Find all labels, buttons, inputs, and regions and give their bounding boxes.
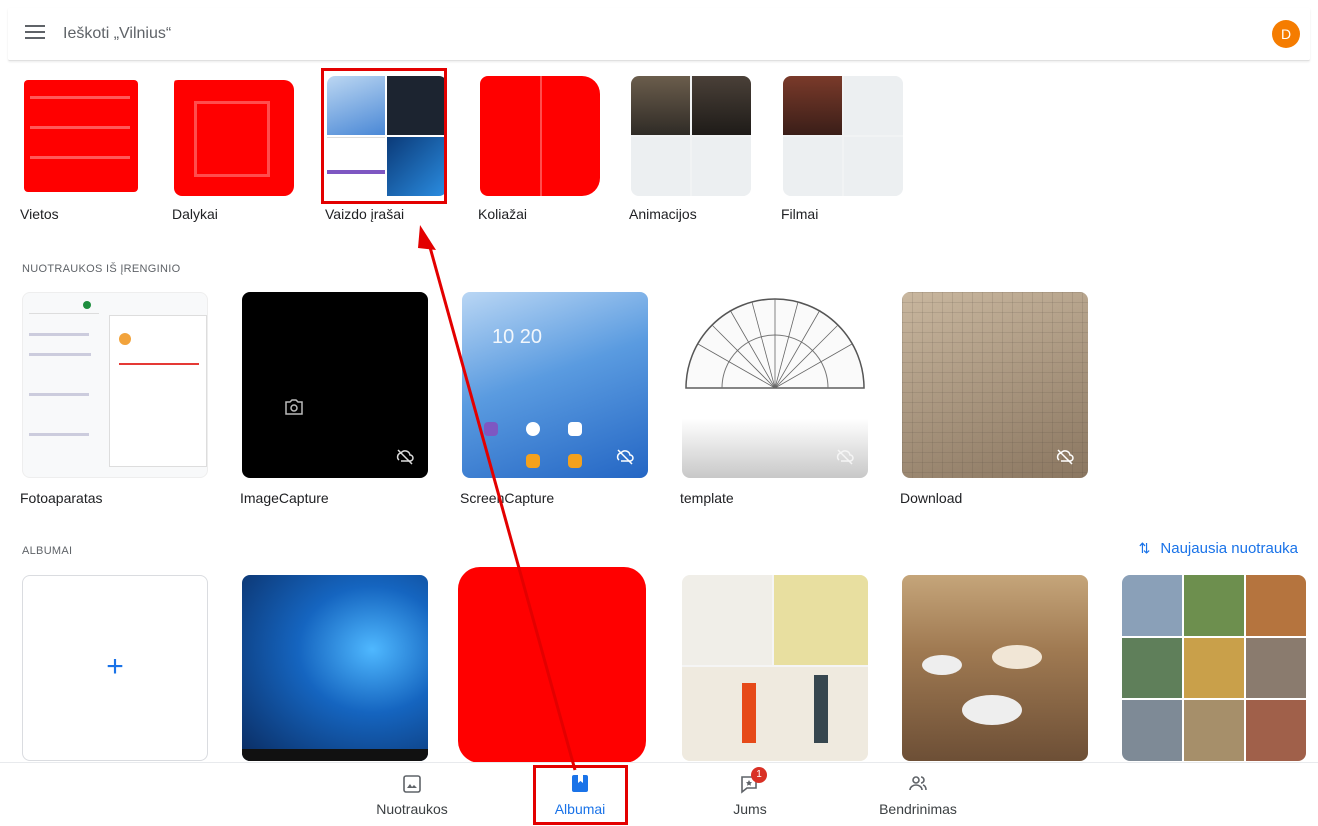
category-animations[interactable]: Animacijos — [629, 76, 751, 222]
folder-imagecapture-thumb — [242, 292, 428, 478]
avatar[interactable]: D — [1272, 20, 1300, 48]
category-label: Animacijos — [629, 206, 697, 222]
create-album-thumb: + — [22, 575, 208, 761]
nav-photos[interactable]: Nuotraukos — [352, 773, 472, 817]
folder-template[interactable]: template — [680, 292, 868, 506]
menu-icon[interactable] — [25, 25, 45, 41]
category-places[interactable]: Vietos — [20, 76, 142, 222]
sort-icon: ⇅ — [1138, 540, 1151, 556]
device-section-title: NUOTRAUKOS IŠ ĮRENGINIO — [22, 263, 181, 275]
nav-albums[interactable]: Albumai — [520, 773, 640, 817]
camera-icon — [285, 399, 303, 415]
folder-download[interactable]: Download — [900, 292, 1088, 506]
people-icon — [907, 773, 929, 795]
no-backup-icon — [616, 449, 634, 465]
category-videos[interactable]: Vaizdo įrašai — [325, 76, 447, 222]
album-thumb — [1122, 575, 1306, 761]
album-thumb — [458, 567, 648, 763]
no-backup-icon — [396, 449, 414, 465]
album-card[interactable] — [242, 575, 428, 761]
category-label: Vaizdo įrašai — [325, 206, 405, 222]
folder-download-thumb — [902, 292, 1088, 478]
plus-icon: + — [106, 650, 124, 683]
nav-for-you-label: Jums — [733, 801, 767, 817]
no-backup-icon — [836, 449, 854, 465]
nav-sharing[interactable]: Bendrinimas — [858, 773, 978, 817]
folder-camera-thumb — [22, 292, 208, 478]
nav-for-you[interactable]: 1 Jums — [690, 767, 810, 817]
album-thumb — [682, 575, 868, 761]
category-places-thumb — [22, 76, 142, 196]
protractor-image — [685, 298, 865, 389]
bottom-navigation: Nuotraukos Albumai 1 Jums Bendrinimas — [0, 762, 1318, 826]
category-label: Filmai — [781, 206, 819, 222]
folder-template-thumb — [682, 292, 868, 478]
search-bar: D — [8, 8, 1310, 61]
folder-screencapture-thumb: 10 20 — [462, 292, 648, 478]
folder-label: ScreenCapture — [460, 490, 555, 506]
photo-icon — [401, 773, 423, 795]
category-movies[interactable]: Filmai — [781, 76, 903, 222]
nav-albums-label: Albumai — [554, 801, 606, 817]
search-input[interactable] — [63, 22, 663, 46]
folder-camera[interactable]: Fotoaparatas — [20, 292, 208, 506]
sort-button[interactable]: ⇅ Naujausia nuotrauka — [1139, 540, 1298, 557]
category-movies-thumb — [783, 76, 903, 196]
album-card[interactable] — [682, 575, 868, 761]
nav-sharing-label: Bendrinimas — [879, 801, 957, 817]
folder-label: Download — [900, 490, 963, 506]
category-label: Dalykai — [172, 206, 218, 222]
album-card[interactable] — [458, 567, 648, 763]
category-collages-thumb — [480, 76, 600, 196]
folder-screencapture[interactable]: 10 20 ScreenCapture — [460, 292, 648, 506]
folder-label: template — [680, 490, 734, 506]
albums-section-title: ALBUMAI — [22, 545, 73, 557]
folder-label: ImageCapture — [240, 490, 329, 506]
sort-label: Naujausia nuotrauka — [1160, 540, 1298, 557]
album-thumb — [902, 575, 1088, 761]
category-label: Vietos — [20, 206, 59, 222]
create-album-card[interactable]: + — [22, 575, 208, 761]
category-label: Koliažai — [478, 206, 528, 222]
album-card[interactable] — [1122, 575, 1306, 761]
album-thumb — [242, 575, 428, 761]
nav-photos-label: Nuotraukos — [376, 801, 448, 817]
album-icon — [569, 773, 591, 795]
folder-label: Fotoaparatas — [20, 490, 103, 506]
for-you-icon: 1 — [739, 767, 767, 795]
category-videos-thumb — [327, 76, 447, 196]
category-collages[interactable]: Koliažai — [478, 76, 600, 222]
clock-text: 10 20 — [492, 326, 543, 348]
category-things-thumb — [174, 76, 294, 196]
category-animations-thumb — [631, 76, 751, 196]
album-card[interactable] — [902, 575, 1088, 761]
folder-imagecapture[interactable]: ImageCapture — [240, 292, 428, 506]
notification-badge: 1 — [751, 767, 767, 783]
no-backup-icon — [1056, 449, 1074, 465]
category-things[interactable]: Dalykai — [172, 76, 294, 222]
